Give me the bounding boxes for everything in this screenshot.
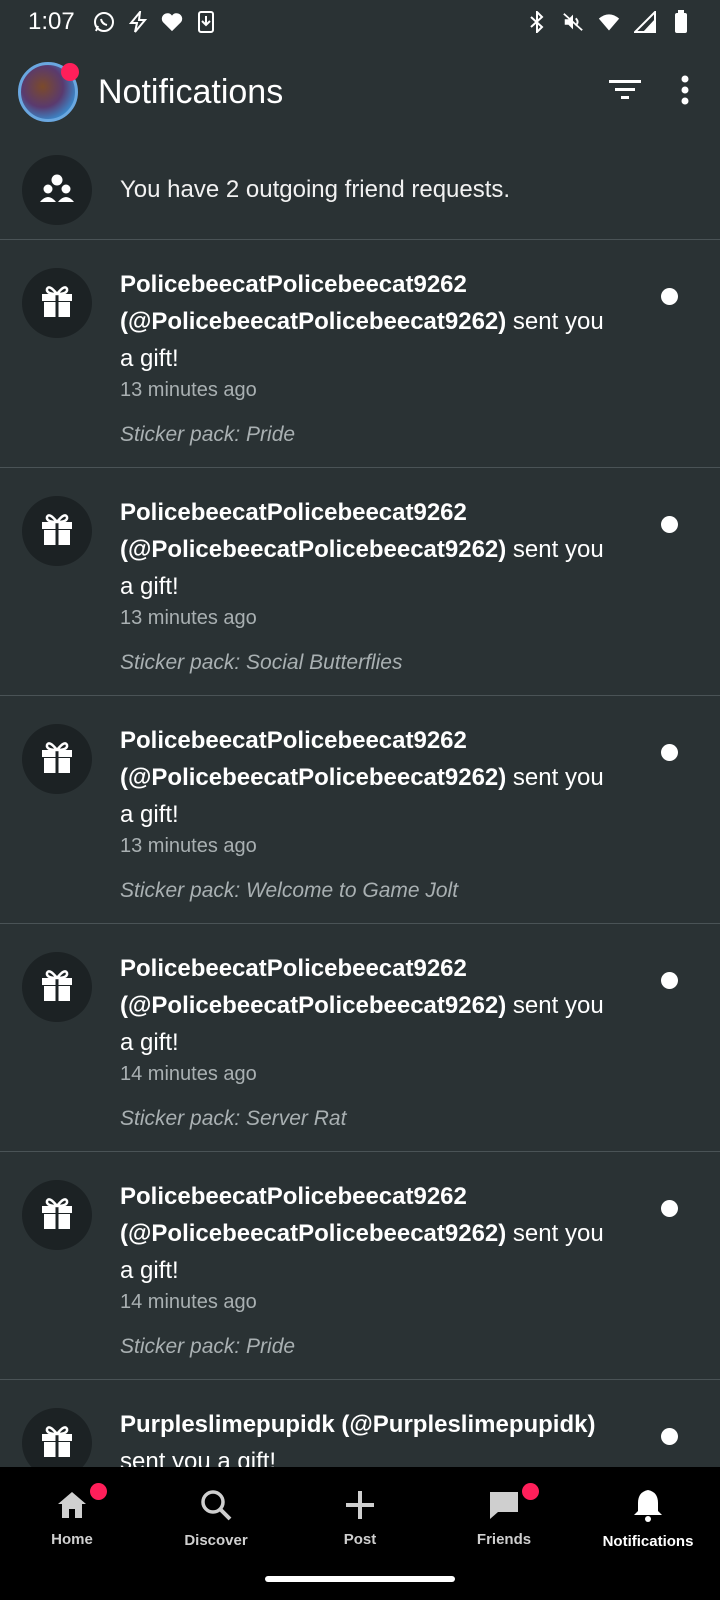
gift-icon <box>40 512 74 551</box>
nav-label: Post <box>343 1531 377 1548</box>
avatar[interactable] <box>18 62 79 122</box>
filter-icon[interactable] <box>608 77 642 108</box>
bluetooth-icon <box>526 11 548 33</box>
header-actions <box>608 75 702 110</box>
friend-requests-icon-circle <box>22 154 92 225</box>
notification-time: 13 minutes ago <box>120 379 257 401</box>
notification-sticker: Sticker pack: Pride <box>120 423 296 446</box>
chat-icon <box>488 1490 520 1525</box>
gift-icon <box>40 968 74 1007</box>
notification-item[interactable]: PolicebeecatPolicebeecat9262 (@Policebee… <box>0 1152 720 1380</box>
nav-label: Discover <box>184 1532 248 1549</box>
friends-badge <box>521 1483 539 1500</box>
gesture-home-bar[interactable] <box>265 1576 455 1582</box>
notification-time: 13 minutes ago <box>120 607 257 629</box>
notification-sticker: Sticker pack: Welcome to Game Jolt <box>120 879 459 902</box>
unread-dot <box>661 288 678 305</box>
nav-post[interactable]: Post <box>288 1467 432 1567</box>
notification-time: 13 minutes ago <box>120 835 257 857</box>
more-vert-icon[interactable] <box>680 75 690 110</box>
nav-friends[interactable]: Friends <box>432 1467 576 1567</box>
notification-time: 14 minutes ago <box>120 1291 257 1313</box>
bolt-icon <box>127 11 149 33</box>
search-icon <box>200 1489 232 1526</box>
notification-title: PolicebeecatPolicebeecat9262 (@Policebee… <box>120 494 610 605</box>
nav-notifications[interactable]: Notifications <box>576 1467 720 1567</box>
notification-title: PolicebeecatPolicebeecat9262 (@Policebee… <box>120 1178 610 1289</box>
notification-item[interactable]: PolicebeecatPolicebeecat9262 (@Policebee… <box>0 468 720 696</box>
notification-sticker: Sticker pack: Server Rat <box>120 1107 347 1130</box>
status-left-icons <box>93 11 217 33</box>
gift-icon <box>40 284 74 323</box>
unread-dot <box>661 972 678 989</box>
notification-body: PolicebeecatPolicebeecat9262 (@Policebee… <box>120 266 610 467</box>
unread-dot <box>661 744 678 761</box>
gift-icon-circle <box>22 1180 92 1250</box>
page-title: Notifications <box>98 72 284 111</box>
notification-body: PolicebeecatPolicebeecat9262 (@Policebee… <box>120 494 610 695</box>
friend-requests-row[interactable]: You have 2 outgoing friend requests. <box>0 140 720 240</box>
app-bar: Notifications <box>0 44 720 140</box>
gift-icon-circle <box>22 952 92 1022</box>
home-icon <box>56 1490 88 1525</box>
nav-label: Home <box>51 1531 93 1548</box>
gift-icon-circle <box>22 724 92 794</box>
notification-user[interactable]: Purpleslimepupidk (@Purpleslimepupidk) <box>120 1411 595 1438</box>
notification-user[interactable]: PolicebeecatPolicebeecat9262 (@Policebee… <box>120 1183 506 1247</box>
nav-home[interactable]: Home <box>0 1467 144 1567</box>
unread-dot <box>661 1428 678 1445</box>
status-right-icons <box>526 10 692 33</box>
gift-icon-circle <box>22 496 92 566</box>
gift-icon <box>40 740 74 779</box>
notification-user[interactable]: PolicebeecatPolicebeecat9262 (@Policebee… <box>120 499 506 563</box>
home-badge <box>89 1483 107 1500</box>
signal-icon <box>634 11 656 33</box>
notification-user[interactable]: PolicebeecatPolicebeecat9262 (@Policebee… <box>120 271 506 335</box>
notification-body: PolicebeecatPolicebeecat9262 (@Policebee… <box>120 722 610 923</box>
notification-sticker: Sticker pack: Pride <box>120 1335 296 1358</box>
notification-user[interactable]: PolicebeecatPolicebeecat9262 (@Policebee… <box>120 727 506 791</box>
nav-discover[interactable]: Discover <box>144 1467 288 1567</box>
wifi-icon <box>598 11 620 33</box>
notification-title: PolicebeecatPolicebeecat9262 (@Policebee… <box>120 266 610 377</box>
status-bar: 1:07 <box>0 0 720 44</box>
mute-icon <box>562 11 584 33</box>
notification-item[interactable]: PolicebeecatPolicebeecat9262 (@Policebee… <box>0 240 720 468</box>
notification-title: PolicebeecatPolicebeecat9262 (@Policebee… <box>120 722 610 833</box>
status-time: 1:07 <box>28 8 75 35</box>
gift-icon <box>40 1196 74 1235</box>
nav-label: Notifications <box>602 1533 694 1550</box>
notification-title: PolicebeecatPolicebeecat9262 (@Policebee… <box>120 950 610 1061</box>
unread-dot <box>661 1200 678 1217</box>
people-icon <box>39 172 75 207</box>
notification-item[interactable]: PolicebeecatPolicebeecat9262 (@Policebee… <box>0 924 720 1152</box>
whatsapp-icon <box>93 11 115 33</box>
notification-user[interactable]: PolicebeecatPolicebeecat9262 (@Policebee… <box>120 955 506 1019</box>
gift-icon-circle <box>22 268 92 338</box>
gift-icon <box>40 1424 74 1463</box>
notification-list: You have 2 outgoing friend requests. Pol… <box>0 140 720 1600</box>
friend-requests-text: You have 2 outgoing friend requests. <box>120 175 511 203</box>
unread-dot <box>661 516 678 533</box>
bottom-nav: Home Discover Post Friends Notifications <box>0 1467 720 1600</box>
notification-body: PolicebeecatPolicebeecat9262 (@Policebee… <box>120 1178 610 1379</box>
heart-icon <box>161 11 183 33</box>
plus-icon <box>345 1490 375 1525</box>
download-icon <box>195 11 217 33</box>
notification-item[interactable]: PolicebeecatPolicebeecat9262 (@Policebee… <box>0 696 720 924</box>
notification-time: 14 minutes ago <box>120 1063 257 1085</box>
notification-body: PolicebeecatPolicebeecat9262 (@Policebee… <box>120 950 610 1151</box>
battery-icon <box>670 10 692 33</box>
avatar-badge <box>61 63 79 81</box>
bell-icon <box>633 1488 663 1527</box>
nav-label: Friends <box>476 1531 532 1548</box>
notification-sticker: Sticker pack: Social Butterflies <box>120 651 403 674</box>
